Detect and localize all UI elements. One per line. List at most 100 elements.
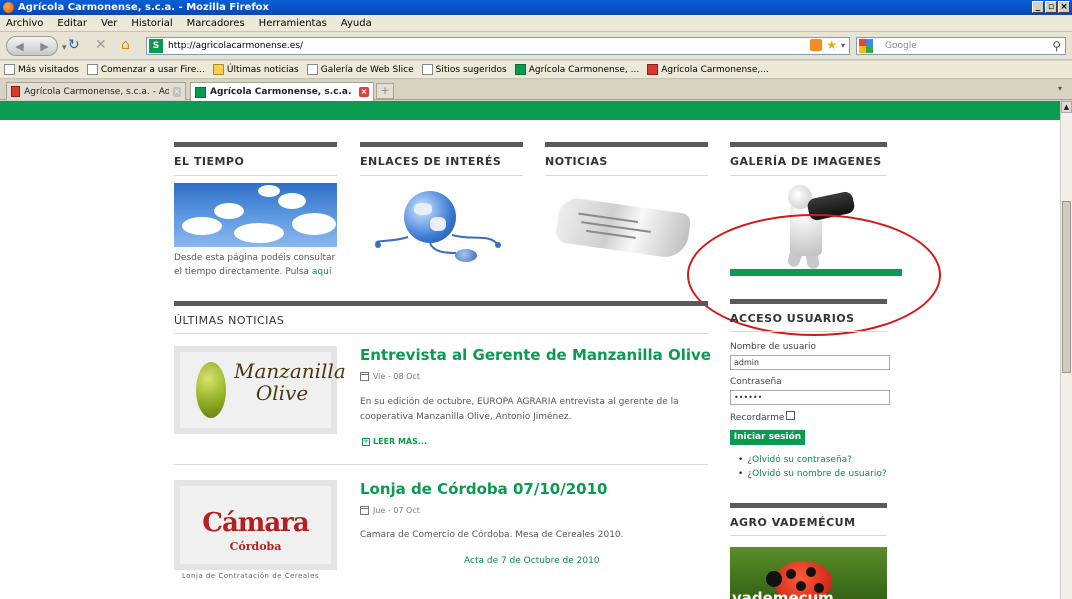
new-tab-button[interactable]: +	[376, 83, 394, 99]
vademecum-text: vademecum	[732, 589, 834, 599]
joomla-icon	[647, 64, 659, 75]
newspaper-image[interactable]	[554, 196, 692, 260]
vademecum-ladybug-image[interactable]: vademecum	[730, 547, 887, 599]
rss-feed-icon[interactable]	[810, 39, 823, 51]
site-favicon-icon: S	[149, 39, 163, 53]
divider	[174, 175, 337, 176]
scroll-up-arrow-icon[interactable]: ▲	[1061, 101, 1072, 113]
thumbnail-caption: Lonja de Contratación de Cereales	[182, 572, 320, 580]
site-icon	[514, 64, 526, 75]
username-label: Nombre de usuario	[730, 342, 817, 352]
menu-archivo[interactable]: Archivo	[6, 18, 43, 29]
restore-button[interactable]: ▫	[1045, 1, 1057, 13]
bookmark-item[interactable]: Últimas noticias	[212, 64, 299, 75]
ladybug-head	[766, 571, 782, 587]
tab-close-icon[interactable]: ×	[173, 86, 181, 97]
section-bar	[545, 142, 708, 147]
weather-description: Desde esta página podéis consultar el ti…	[174, 253, 336, 277]
bookmark-item[interactable]: Agrícola Carmonense,...	[647, 64, 769, 75]
folder-icon	[212, 64, 224, 75]
bookmark-item[interactable]: Más visitados	[4, 64, 79, 75]
header-green-band	[0, 101, 1060, 120]
section-title-galeria: GALERÍA DE IMAGENES	[730, 155, 882, 168]
login-button[interactable]: Iniciar sesión	[730, 430, 805, 445]
tab-admin[interactable]: Agrícola Carmonense, s.c.a. - Administ..…	[6, 82, 186, 100]
bookmark-item[interactable]: Galería de Web Slice	[306, 64, 414, 75]
computer-mouse-icon	[455, 249, 477, 262]
divider	[730, 331, 887, 332]
bookmark-item[interactable]: Agrícola Carmonense, ...	[514, 64, 639, 75]
url-text[interactable]: http://agricolacarmonense.es/	[168, 41, 303, 51]
minimize-button[interactable]: _	[1032, 1, 1044, 13]
bookmark-item[interactable]: Sitios sugeridos	[421, 64, 507, 75]
tab-list-icon[interactable]: ▾	[1058, 84, 1068, 96]
news-title[interactable]: Entrevista al Gerente de Manzanilla Oliv…	[360, 346, 711, 364]
divider	[360, 175, 523, 176]
password-input[interactable]	[730, 390, 890, 405]
calendar-icon	[360, 506, 369, 515]
menu-editar[interactable]: Editar	[57, 18, 87, 29]
tab-site[interactable]: Agrícola Carmonense, s.c.a. ×	[190, 82, 374, 101]
search-bar[interactable]: Google ⚲	[856, 37, 1066, 55]
menu-marcadores[interactable]: Marcadores	[187, 18, 245, 29]
forgot-password-link[interactable]: ¿Olvidó su contraseña?	[738, 455, 852, 465]
menu-historial[interactable]: Historial	[131, 18, 172, 29]
tab-bar: Agrícola Carmonense, s.c.a. - Administ..…	[0, 80, 1072, 101]
stop-icon[interactable]: ✕	[95, 38, 107, 52]
acta-link[interactable]: Acta de 7 de Octubre de 2010	[464, 556, 600, 566]
menu-ayuda[interactable]: Ayuda	[341, 18, 372, 29]
weather-link[interactable]: aquí	[312, 267, 331, 277]
divider	[730, 175, 887, 176]
site-icon	[195, 86, 206, 98]
joomla-icon	[11, 86, 21, 97]
read-more-link[interactable]: + LEER MÁS...	[362, 437, 427, 446]
news-date: Vie - 08 Oct	[360, 372, 420, 381]
news-date: Jue - 07 Oct	[360, 506, 420, 515]
camara-logo-text: Cámara	[202, 508, 309, 538]
globe-network-image[interactable]	[360, 183, 522, 273]
home-icon[interactable]: ⌂	[121, 38, 130, 52]
remember-checkbox[interactable]	[786, 411, 795, 420]
search-magnifier-icon[interactable]: ⚲	[1052, 39, 1061, 53]
back-arrow-icon[interactable]: ◀	[15, 40, 23, 53]
section-title-enlaces: ENLACES DE INTERÉS	[360, 155, 502, 168]
manzanilla-logo-text: Manzanilla Olive	[234, 359, 346, 405]
close-button[interactable]: ×	[1058, 1, 1070, 13]
google-engine-icon[interactable]	[859, 39, 873, 53]
news-thumbnail-manzanilla[interactable]: Manzanilla Olive	[174, 346, 346, 434]
tab-close-icon[interactable]: ×	[359, 87, 369, 97]
section-title-noticias: NOTICIAS	[545, 155, 608, 168]
history-dropdown-icon[interactable]: ▾	[62, 41, 67, 55]
menu-ver[interactable]: Ver	[101, 18, 117, 29]
scroll-thumb[interactable]	[1062, 201, 1071, 373]
bookmarks-toolbar: Más visitados Comenzar a usar Fire... Úl…	[0, 61, 1072, 79]
divider	[174, 464, 708, 465]
section-title-tiempo: EL TIEMPO	[174, 155, 245, 168]
forgot-username-link[interactable]: ¿Olvidó su nombre de usuario?	[738, 469, 886, 479]
news-title[interactable]: Lonja de Córdoba 07/10/2010	[360, 480, 607, 498]
vertical-scrollbar[interactable]: ▲	[1060, 101, 1072, 599]
url-bar[interactable]: S http://agricolacarmonense.es/ ★ ▾	[146, 37, 850, 55]
news-thumbnail-camara[interactable]: Cámara Córdoba	[174, 480, 337, 570]
reload-icon[interactable]: ↻	[68, 38, 80, 52]
remember-label: Recordarme	[730, 413, 785, 423]
read-more-icon: +	[362, 437, 370, 446]
window-controls: _ ▫ ×	[1032, 1, 1070, 13]
divider	[545, 175, 708, 176]
menu-herramientas[interactable]: Herramientas	[259, 18, 327, 29]
page-viewport: EL TIEMPO ENLACES DE INTERÉS NOTICIAS GA…	[0, 101, 1060, 599]
olive-icon	[196, 362, 226, 418]
section-title-acceso: ACCESO USUARIOS	[730, 312, 855, 325]
password-label: Contraseña	[730, 377, 782, 387]
url-dropdown-icon[interactable]: ▾	[841, 41, 845, 50]
back-forward-buttons[interactable]: ◀ ▶	[6, 36, 58, 56]
bookmark-item[interactable]: Comenzar a usar Fire...	[86, 64, 205, 75]
section-bar	[730, 503, 887, 508]
forward-arrow-icon[interactable]: ▶	[40, 40, 48, 53]
section-title-agro: AGRO VADEMÉCUM	[730, 516, 856, 529]
bookmark-star-icon[interactable]: ★	[826, 39, 837, 51]
weather-sky-image[interactable]	[174, 183, 337, 247]
username-input[interactable]	[730, 355, 890, 370]
search-placeholder[interactable]: Google	[885, 41, 917, 51]
menu-bar: Archivo Editar Ver Historial Marcadores …	[0, 15, 1072, 32]
